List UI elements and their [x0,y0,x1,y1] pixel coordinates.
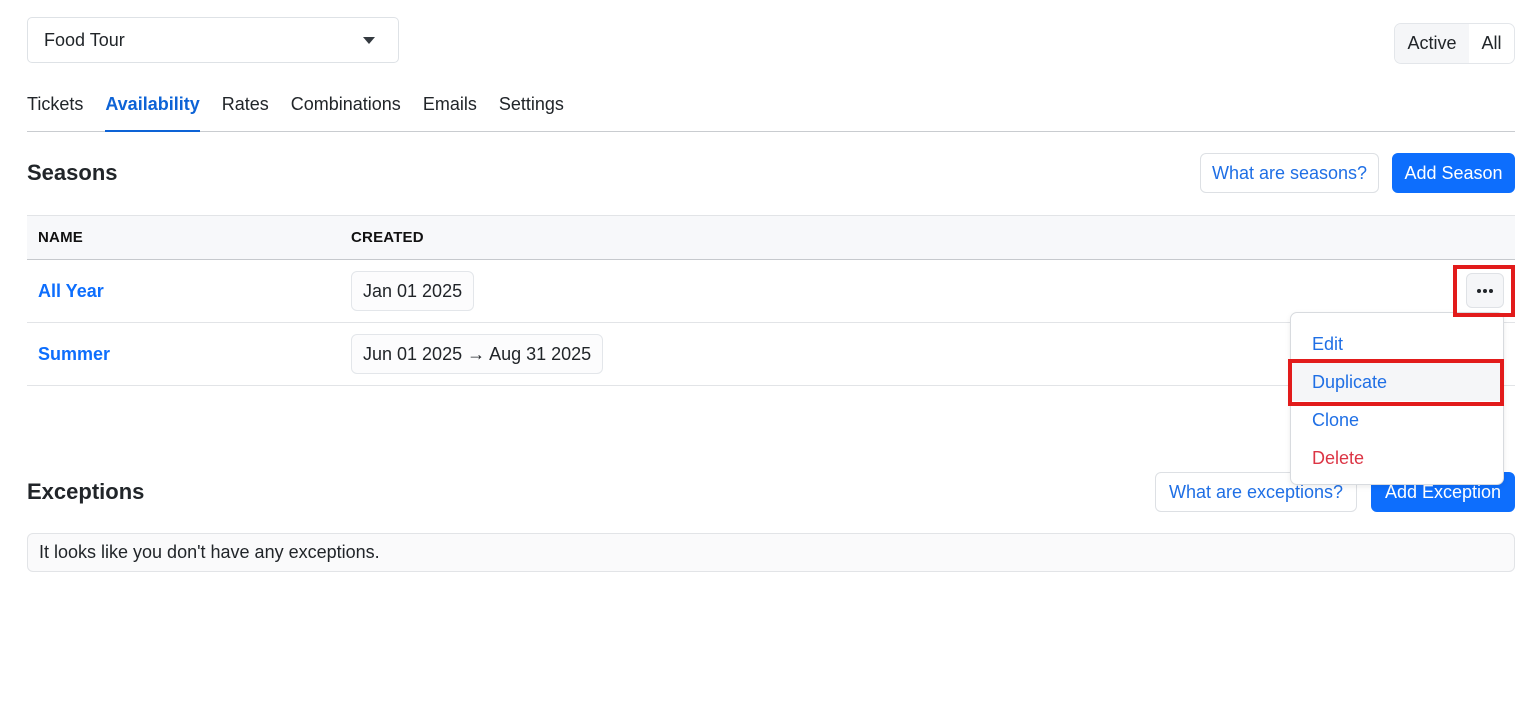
tab-emails[interactable]: Emails [423,88,477,131]
tab-settings[interactable]: Settings [499,88,564,131]
tab-availability[interactable]: Availability [105,88,201,132]
tab-rates[interactable]: Rates [222,88,269,131]
product-select-value: Food Tour [44,29,125,50]
caret-down-icon [363,36,375,44]
exceptions-empty-state: It looks like you don't have any excepti… [27,533,1515,572]
exceptions-title: Exceptions [27,479,145,504]
menu-item-clone[interactable]: Clone [1291,401,1503,439]
row-actions-button[interactable] [1466,273,1504,308]
tab-tickets[interactable]: Tickets [27,88,83,131]
what-are-seasons-button[interactable]: What are seasons? [1200,153,1379,193]
season-name-link[interactable]: Summer [38,344,110,364]
tab-combinations[interactable]: Combinations [291,88,401,131]
column-header-created: CREATED [351,229,424,246]
filter-active-button[interactable]: Active [1395,24,1469,63]
add-season-button[interactable]: Add Season [1392,153,1515,193]
column-header-name: NAME [38,229,83,246]
season-name-link[interactable]: All Year [38,281,104,301]
seasons-title: Seasons [27,160,118,185]
season-created-date: Jun 01 2025 → Aug 31 2025 [351,334,604,374]
menu-item-duplicate[interactable]: Duplicate [1291,363,1503,401]
row-actions-menu: Edit Duplicate Clone Delete [1290,312,1504,485]
season-created-date: Jan 01 2025 [351,271,475,311]
filter-all-button[interactable]: All [1469,24,1514,63]
menu-item-edit[interactable]: Edit [1291,325,1503,363]
more-horizontal-icon [1477,288,1481,293]
product-select[interactable]: Food Tour [27,17,399,63]
table-header: NAME CREATED [27,215,1515,260]
status-filter-toggle: Active All [1394,23,1515,64]
tab-bar: Tickets Availability Rates Combinations … [27,88,1515,132]
menu-item-delete[interactable]: Delete [1291,439,1503,477]
